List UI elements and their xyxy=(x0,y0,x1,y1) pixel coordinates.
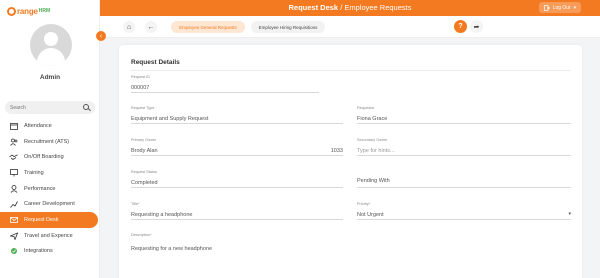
sidebar-item-request-desk[interactable]: Request Desk xyxy=(0,212,98,228)
logo-text: range xyxy=(17,6,38,16)
field-placeholder: Type for hints... xyxy=(357,148,395,154)
field-value: Requesting for a new headphone xyxy=(131,246,213,252)
sidebar-item-label: Request Desk xyxy=(24,216,59,223)
logo-mark xyxy=(7,6,16,16)
field-label: Priority* xyxy=(357,202,371,206)
sidebar-item-label: Training xyxy=(24,169,44,176)
field-value: Completed xyxy=(131,180,158,186)
divider xyxy=(131,70,571,71)
sidebar-item-label: Attendance xyxy=(24,122,52,129)
field-value: 000007 xyxy=(131,85,150,91)
search-input[interactable] xyxy=(10,104,82,111)
collapse-sidebar-icon[interactable]: ‹ xyxy=(96,31,106,41)
field-value: Equipment and Supply Request xyxy=(131,116,209,122)
section-title: Request Details xyxy=(131,59,180,66)
home-icon[interactable]: ⌂ xyxy=(123,21,135,33)
page-title: Request Desk / Employee Requests xyxy=(100,3,600,12)
share-icon[interactable]: ➦ xyxy=(470,20,483,33)
back-arrow-icon[interactable]: ← xyxy=(145,21,157,33)
logo-text-hrm: HRM xyxy=(38,8,51,14)
chevron-down-icon: ▾ xyxy=(568,211,571,217)
page-title-sub: / Employee Requests xyxy=(338,3,412,12)
sidebar-item-attendance[interactable]: Attendance xyxy=(0,118,100,134)
sidebar-item-training[interactable]: Training xyxy=(0,165,100,181)
sidebar-nav: Attendance Recruitment (ATS) On/Off Boar… xyxy=(0,118,100,259)
request-details-card: Request Details Request ID 000007 Reques… xyxy=(119,45,582,278)
field-value: Not Urgent xyxy=(357,212,384,218)
user-name: Admin xyxy=(39,74,61,81)
handshake-icon xyxy=(9,153,18,162)
sidebar-item-integrations[interactable]: Integrations xyxy=(0,244,100,260)
sidebar-item-label: Performance xyxy=(24,185,56,192)
integrations-icon xyxy=(9,247,18,256)
primary-owner-field[interactable]: Primary Owner Brody Alan 1033 xyxy=(131,138,343,156)
tab-employee-hiring-requisitions[interactable]: Employee Hiring Requisitions xyxy=(251,21,325,33)
requestor-field: Requestor Fiona Grace xyxy=(357,106,571,124)
company-logo: range HRM xyxy=(7,4,50,18)
field-label: Primary Owner xyxy=(131,138,157,142)
calendar-icon xyxy=(9,121,18,130)
field-label: Pending With xyxy=(357,178,390,184)
field-value: Fiona Grace xyxy=(357,116,388,122)
description-field[interactable]: Description* Requesting for a new headph… xyxy=(131,233,571,273)
sidebar-search xyxy=(5,101,95,114)
search-icon[interactable] xyxy=(83,104,90,111)
tab-employee-general-requests[interactable]: Employee General Requests xyxy=(171,21,245,33)
sidebar-item-recruitment[interactable]: Recruitment (ATS) xyxy=(0,134,100,150)
logout-icon xyxy=(543,4,550,11)
field-label: Request Type xyxy=(131,106,155,110)
request-type-field: Request Type Equipment and Supply Reques… xyxy=(131,106,343,124)
field-value: Requesting a headphone xyxy=(131,212,193,218)
header-bar: Request Desk / Employee Requests Log Out… xyxy=(100,0,600,16)
field-label: Request Status xyxy=(131,170,157,174)
sidebar-item-travel-expence[interactable]: Travel and Expence xyxy=(0,228,100,244)
priority-select[interactable]: Priority* Not Urgent ▾ xyxy=(357,202,571,220)
sidebar-item-label: Travel and Expence xyxy=(24,232,73,239)
field-label: Title* xyxy=(131,202,140,206)
sidebar-item-performance[interactable]: Performance xyxy=(0,181,100,197)
sidebar-item-onoff-boarding[interactable]: On/Off Boarding xyxy=(0,149,100,165)
chevron-down-icon: ▾ xyxy=(573,4,576,11)
avatar[interactable] xyxy=(30,24,72,66)
sidebar-item-label: On/Off Boarding xyxy=(24,154,64,161)
field-label: Secondary Owner xyxy=(357,138,388,142)
request-id-field: Request ID 000007 xyxy=(131,75,319,93)
logout-button[interactable]: Log Out ▾ xyxy=(538,2,581,13)
request-status-field: Request Status Completed xyxy=(131,170,343,188)
plane-icon xyxy=(9,231,18,240)
request-icon xyxy=(9,215,18,224)
title-field[interactable]: Title* Requesting a headphone xyxy=(131,202,343,220)
toolbar: ⌂ ← Employee General Requests Employee H… xyxy=(100,16,600,38)
sidebar-item-career-development[interactable]: Career Development xyxy=(0,196,100,212)
page-title-module: Request Desk xyxy=(288,3,339,12)
training-icon xyxy=(9,168,18,177)
performance-icon xyxy=(9,184,18,193)
logout-label: Log Out xyxy=(552,4,571,11)
sidebar: range HRM Admin Attendance Recruitment (… xyxy=(0,0,100,278)
field-label: Requestor xyxy=(357,106,375,110)
field-label: Description* xyxy=(131,233,152,237)
employee-number: 1033 xyxy=(330,148,343,154)
sidebar-item-label: Career Development xyxy=(24,201,75,208)
secondary-owner-field[interactable]: Secondary Owner Type for hints... xyxy=(357,138,571,156)
sidebar-item-label: Integrations xyxy=(24,248,53,255)
field-value: Brody Alan xyxy=(131,148,158,154)
users-icon xyxy=(9,137,18,146)
sidebar-item-label: Recruitment (ATS) xyxy=(24,138,70,145)
field-label: Request ID xyxy=(131,75,150,79)
career-icon xyxy=(9,200,18,209)
help-button[interactable]: ? xyxy=(454,20,467,33)
pending-with-field: Pending With xyxy=(357,170,571,188)
